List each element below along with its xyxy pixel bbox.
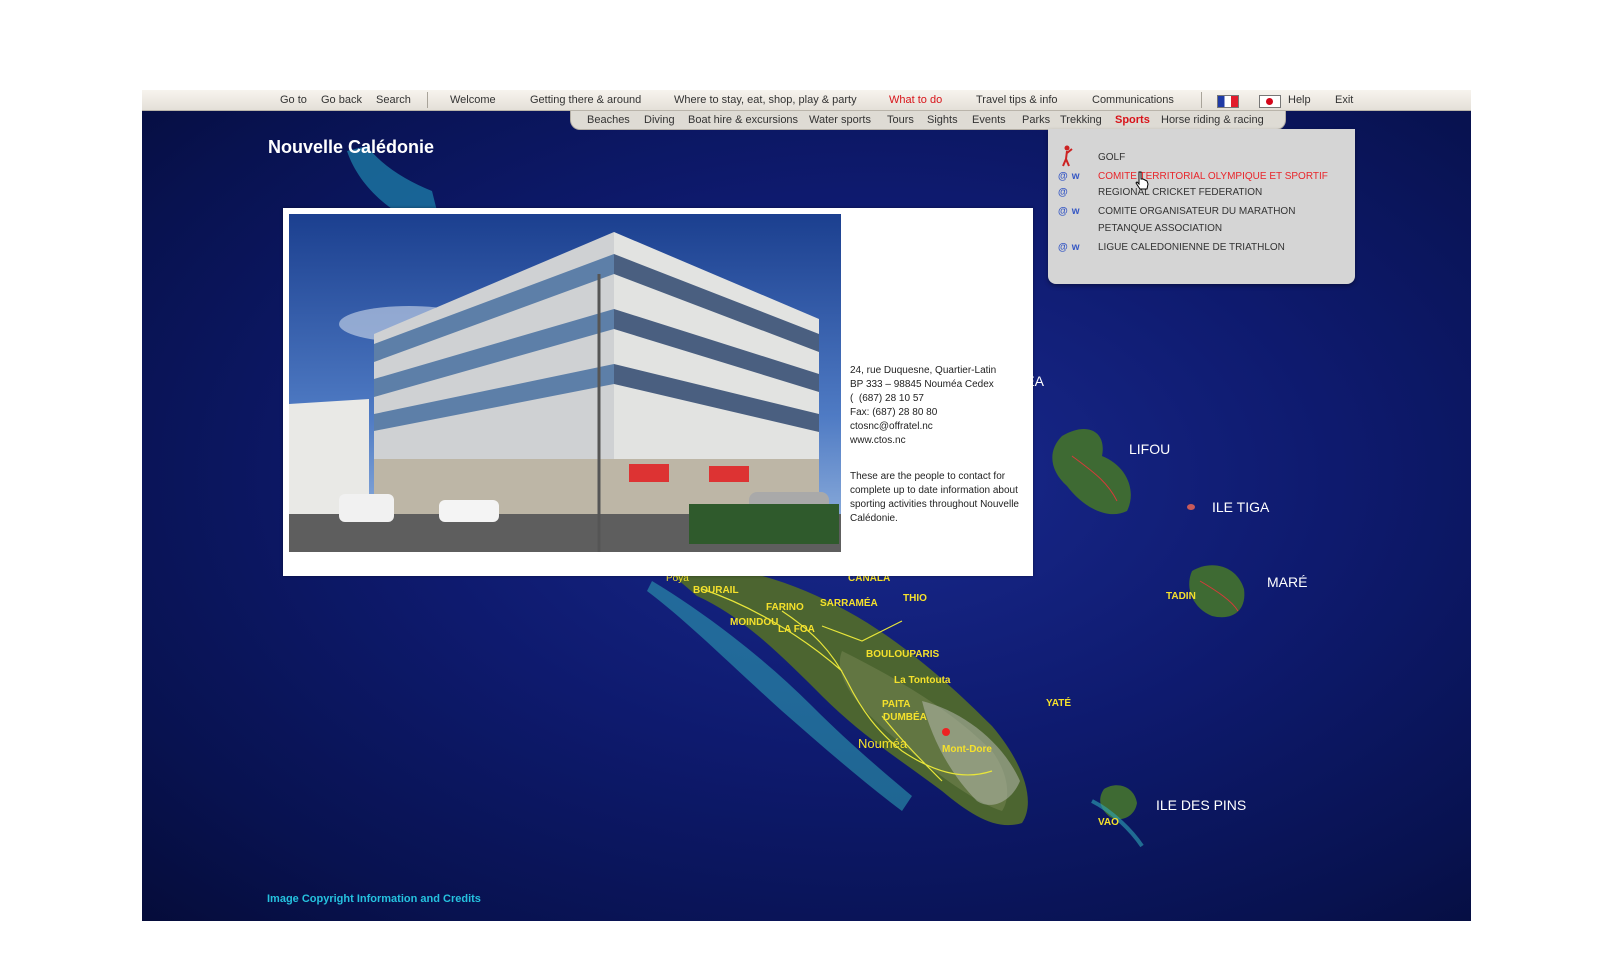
lifou-label: LIFOU: [1129, 441, 1171, 457]
farino-label: FARINO: [766, 602, 804, 613]
email-icon[interactable]: @: [1058, 171, 1068, 182]
ile-tiga-label: ILE TIGA: [1212, 499, 1270, 515]
exit-button[interactable]: Exit: [1335, 94, 1353, 106]
dropdown-item-petanque[interactable]: PETANQUE ASSOCIATION: [1098, 223, 1222, 234]
mare-label: MARÉ: [1267, 574, 1308, 590]
phone-number: (687) 28 10 57: [858, 393, 924, 404]
tab-beaches[interactable]: Beaches: [587, 114, 630, 126]
sports-dropdown: GOLF @ w COMITE TERRITORIAL OLYMPIQUE ET …: [1048, 129, 1355, 284]
link-icons: @ w: [1058, 242, 1084, 253]
tadin-label: TADIN: [1166, 591, 1196, 602]
image-credits-link[interactable]: Image Copyright Information and Credits: [267, 893, 481, 905]
what-to-do-menu[interactable]: What to do: [889, 94, 942, 106]
web-icon[interactable]: w: [1072, 206, 1080, 217]
link-icons: @ w: [1058, 206, 1084, 217]
dropdown-item-golf[interactable]: GOLF: [1098, 152, 1125, 163]
tab-sights[interactable]: Sights: [927, 114, 958, 126]
link-icons: @ w: [1058, 171, 1084, 182]
ile-des-pins-label: ILE DES PINS: [1156, 797, 1247, 813]
email-icon[interactable]: @: [1058, 206, 1068, 217]
office-building-image: [289, 214, 841, 552]
welcome-menu[interactable]: Welcome: [450, 94, 496, 106]
getting-there-menu[interactable]: Getting there & around: [530, 94, 641, 106]
yate-label: YATÉ: [1046, 698, 1072, 709]
thio-label: THIO: [903, 593, 927, 604]
tab-diving[interactable]: Diving: [644, 114, 675, 126]
tab-sports[interactable]: Sports: [1115, 114, 1150, 126]
bourail-label: BOURAIL: [693, 585, 739, 596]
tiga-island: [1187, 504, 1195, 510]
address-line-2: BP 333 – 98845 Nouméa Cedex: [850, 379, 994, 390]
go-back-button[interactable]: Go back: [321, 94, 362, 106]
goto-menu[interactable]: Go to: [280, 94, 307, 106]
activity-tab-strip: Beaches Diving Boat hire & excursions Wa…: [570, 111, 1286, 130]
phone-icon: (: [850, 393, 854, 404]
dropdown-item-cricket[interactable]: REGIONAL CRICKET FEDERATION: [1098, 187, 1262, 198]
french-flag-icon[interactable]: [1217, 95, 1239, 108]
tab-trekking[interactable]: Trekking: [1060, 114, 1102, 126]
search-button[interactable]: Search: [376, 94, 411, 106]
mont-dore-label: Mont-Dore: [942, 744, 992, 755]
tab-boat-hire[interactable]: Boat hire & excursions: [688, 114, 798, 126]
fax-number: Fax: (687) 28 80 80: [850, 407, 938, 418]
dropdown-item-marathon[interactable]: COMITE ORGANISATEUR DU MARATHON: [1098, 206, 1295, 217]
hand-cursor-icon: [1135, 171, 1149, 190]
where-to-stay-menu[interactable]: Where to stay, eat, shop, play & party: [674, 94, 857, 106]
email-link[interactable]: ctosnc@offratel.nc: [850, 420, 933, 434]
la-tontouta-label: La Tontouta: [894, 675, 951, 686]
web-icon[interactable]: w: [1072, 171, 1080, 182]
menu-divider: [1201, 92, 1202, 108]
ile-des-pins: [1100, 785, 1137, 820]
tab-tours[interactable]: Tours: [887, 114, 914, 126]
link-icons: @: [1058, 187, 1072, 198]
noumea-marker: [942, 728, 950, 736]
website-link[interactable]: www.ctos.nc: [850, 434, 906, 448]
travel-tips-menu[interactable]: Travel tips & info: [976, 94, 1058, 106]
top-menu-bar: Go to Go back Search Welcome Getting the…: [142, 90, 1471, 111]
popup-description: These are the people to contact for comp…: [850, 471, 1019, 524]
tab-water-sports[interactable]: Water sports: [809, 114, 871, 126]
sarramea-label: SARRAMÉA: [820, 598, 878, 609]
email-icon[interactable]: @: [1058, 242, 1068, 253]
la-foa-label: LA FOA: [778, 624, 815, 635]
japanese-flag-icon[interactable]: [1259, 95, 1281, 108]
menu-divider: [427, 92, 428, 108]
organization-info-popup: 24, rue Duquesne, Quartier-Latin BP 333 …: [283, 208, 1033, 576]
phone-row: ( (687) 28 10 57: [850, 392, 924, 406]
paita-label: PAITA: [882, 699, 911, 710]
golfer-icon: [1062, 145, 1073, 167]
vao-label: VAO: [1098, 817, 1119, 828]
address-line-1: 24, rue Duquesne, Quartier-Latin: [850, 365, 997, 376]
tab-horse-riding[interactable]: Horse riding & racing: [1161, 114, 1264, 126]
building-photo: [289, 214, 841, 552]
tab-parks[interactable]: Parks: [1022, 114, 1050, 126]
email-icon[interactable]: @: [1058, 187, 1068, 198]
dropdown-item-ctos[interactable]: COMITE TERRITORIAL OLYMPIQUE ET SPORTIF: [1098, 171, 1328, 182]
boulouparis-label: BOULOUPARIS: [866, 649, 940, 660]
moindou-label: MOINDOU: [730, 617, 779, 628]
communications-menu[interactable]: Communications: [1092, 94, 1174, 106]
dumbea-label: DUMBÉA: [883, 712, 927, 723]
dropdown-item-triathlon[interactable]: LIGUE CALEDONIENNE DE TRIATHLON: [1098, 242, 1285, 253]
page-title: Nouvelle Calédonie: [268, 137, 435, 157]
help-menu[interactable]: Help: [1288, 94, 1311, 106]
tab-events[interactable]: Events: [972, 114, 1006, 126]
web-icon[interactable]: w: [1072, 242, 1080, 253]
noumea-label: Nouméa: [858, 736, 908, 751]
